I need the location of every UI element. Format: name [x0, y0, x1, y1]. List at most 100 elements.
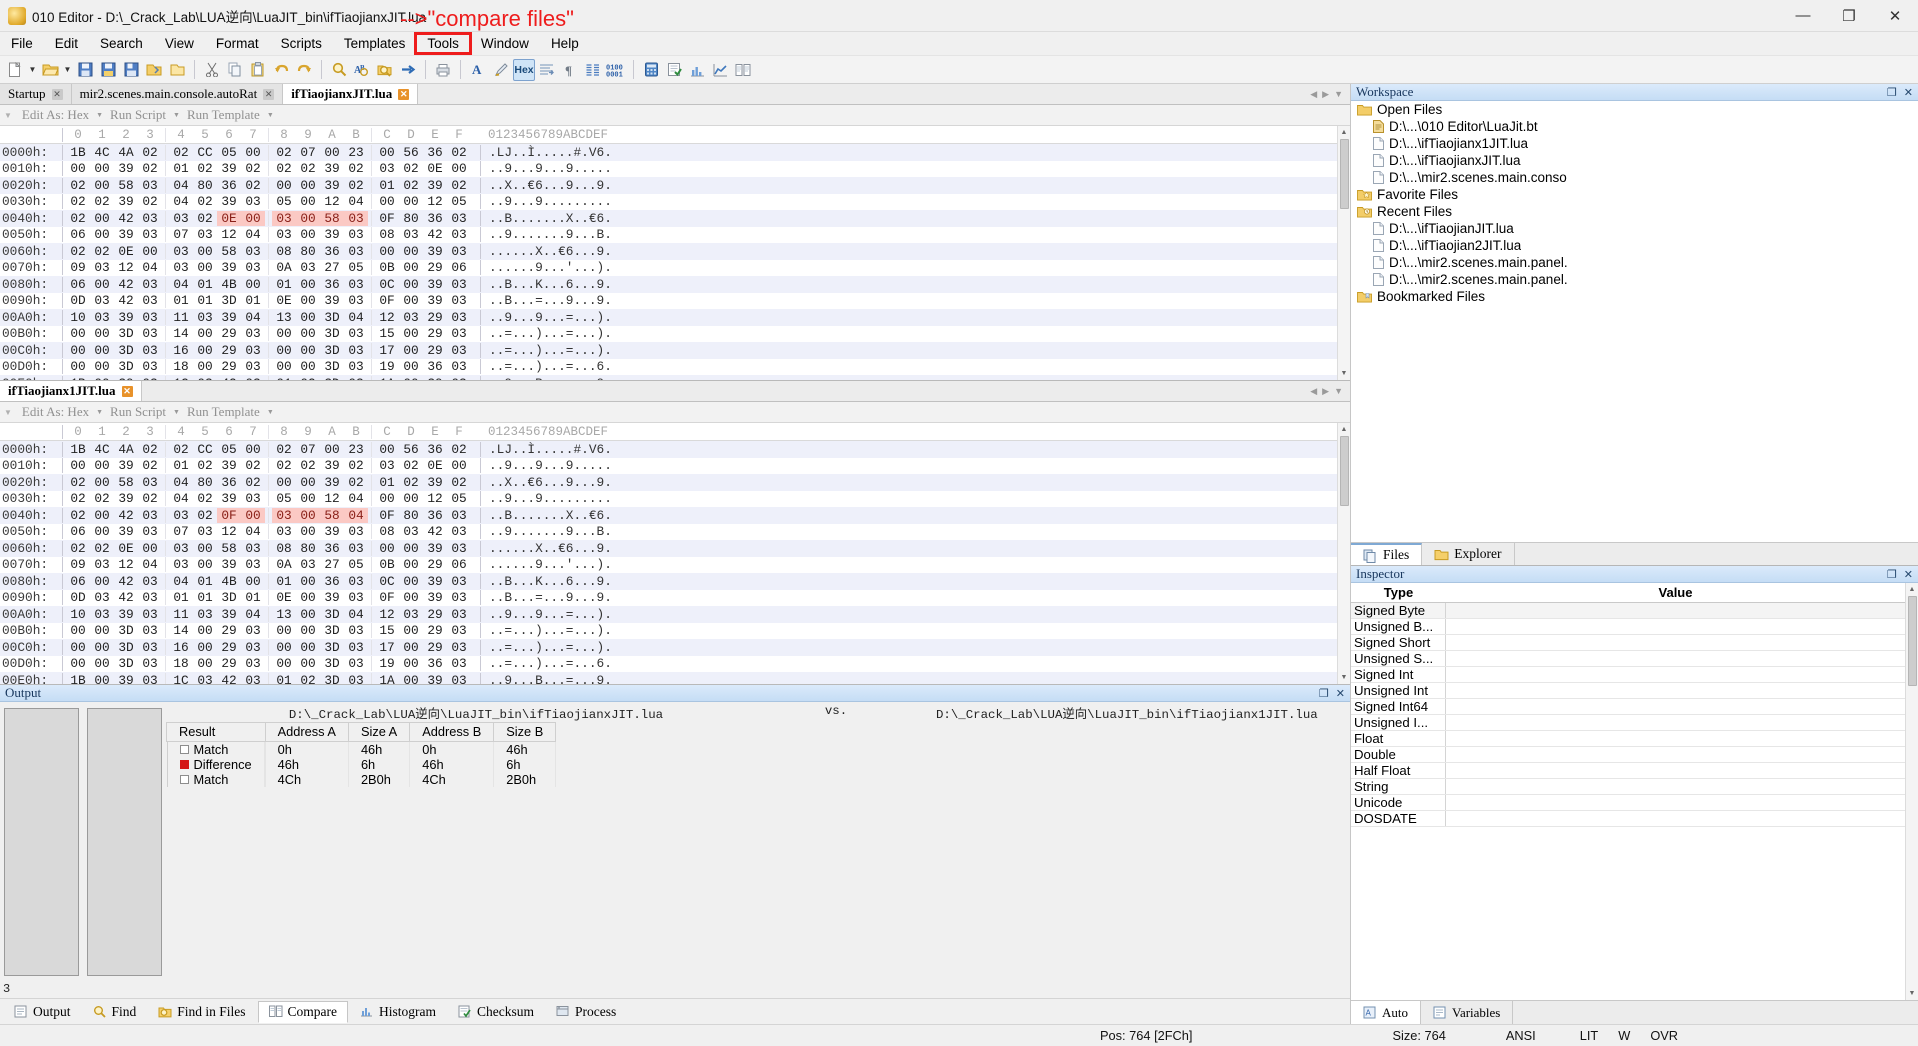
hex-byte[interactable]: 01	[272, 673, 296, 684]
hex-byte[interactable]: 0F	[375, 590, 399, 605]
hex-byte[interactable]: 03	[447, 376, 471, 380]
tab-scroll-left-icon[interactable]: ◀	[1310, 386, 1317, 397]
hex-byte[interactable]: 29	[217, 656, 241, 671]
bottom-tab-process[interactable]: Process	[546, 1002, 626, 1022]
hex-byte[interactable]: 39	[217, 161, 241, 176]
edit-as-dropdown[interactable]: Edit As: Hex	[18, 107, 93, 123]
hex-ascii[interactable]: ..X..€6...9...9.	[480, 177, 612, 193]
inspector-value-cell[interactable]	[1446, 683, 1905, 698]
hex-byte[interactable]: 03	[447, 623, 471, 638]
hex-byte[interactable]: 12	[375, 310, 399, 325]
hex-byte[interactable]: 02	[344, 458, 368, 473]
hex-byte[interactable]: 03	[344, 227, 368, 242]
hex-byte[interactable]: 23	[344, 442, 368, 457]
hex-byte[interactable]: 00	[90, 508, 114, 523]
hex-byte[interactable]: 27	[320, 557, 344, 572]
hex-byte[interactable]: 04	[241, 227, 265, 242]
hex-byte[interactable]: 3D	[114, 359, 138, 374]
hex-byte[interactable]: 02	[241, 475, 265, 490]
hex-byte[interactable]: 00	[90, 640, 114, 655]
hex-byte[interactable]: 1C	[169, 673, 193, 684]
hex-byte[interactable]: 00	[193, 541, 217, 556]
hex-byte[interactable]: 03	[138, 227, 162, 242]
workspace-tree-item[interactable]: D:\...\mir2.scenes.main.panel.	[1351, 271, 1918, 288]
hex-byte[interactable]: 00	[296, 607, 320, 622]
hex-byte[interactable]: 11	[169, 607, 193, 622]
match-checkbox-icon[interactable]	[179, 775, 189, 784]
scroll-up-icon[interactable]: ▲	[1909, 583, 1916, 596]
hex-byte[interactable]: 39	[114, 491, 138, 506]
new-file-icon[interactable]	[4, 59, 26, 81]
workspace-tree-item[interactable]: D:\...\ifTiaojianx1JIT.lua	[1351, 135, 1918, 152]
hex-byte[interactable]: 29	[423, 326, 447, 341]
hex-byte[interactable]: 04	[344, 194, 368, 209]
hex-byte[interactable]: 36	[217, 475, 241, 490]
hex-byte[interactable]: 56	[399, 442, 423, 457]
hex-ascii[interactable]: .LJ..Ì.....#.V6.	[480, 441, 612, 457]
hex-byte[interactable]: 0F	[375, 211, 399, 226]
hex-byte[interactable]: 0E	[423, 161, 447, 176]
hex-byte[interactable]: 03	[344, 326, 368, 341]
inspector-row[interactable]: Unsigned Int	[1351, 683, 1905, 699]
hex-byte[interactable]: 00	[66, 326, 90, 341]
workspace-close-icon[interactable]: ✕	[1904, 86, 1913, 99]
hex-ascii[interactable]: ..9...9...9.....	[480, 161, 612, 177]
hex-byte[interactable]: 08	[375, 227, 399, 242]
hex-byte[interactable]: 03	[90, 260, 114, 275]
inspector-row[interactable]: Unsigned S...	[1351, 651, 1905, 667]
hex-byte[interactable]: 29	[423, 623, 447, 638]
hex-byte[interactable]: 00	[66, 656, 90, 671]
hex-byte[interactable]: 39	[320, 524, 344, 539]
hex-byte[interactable]: 3D	[320, 310, 344, 325]
hex-byte[interactable]: 00	[296, 640, 320, 655]
save-icon[interactable]	[74, 59, 96, 81]
inspector-row[interactable]: Unicode	[1351, 795, 1905, 811]
workspace-float-icon[interactable]: ❐	[1887, 86, 1897, 99]
hex-byte[interactable]: 4C	[90, 442, 114, 457]
hex-byte[interactable]: 00	[90, 277, 114, 292]
hex-byte[interactable]: 02	[193, 161, 217, 176]
menu-item-tools[interactable]: Tools	[414, 32, 472, 55]
hex-byte[interactable]: 03	[344, 210, 368, 226]
hex-byte[interactable]: 00	[375, 145, 399, 160]
hex-byte[interactable]: 02	[399, 475, 423, 490]
hex-byte[interactable]: 4C	[90, 145, 114, 160]
hex-byte[interactable]: 02	[66, 491, 90, 506]
pane1-vertical-scrollbar[interactable]: ▲ ▼	[1337, 126, 1350, 380]
hex-byte[interactable]: 00	[296, 590, 320, 605]
hex-byte[interactable]: 4B	[217, 277, 241, 292]
hex-ascii[interactable]: ......9...'...).	[480, 260, 612, 276]
inspector-value-cell[interactable]	[1446, 603, 1905, 618]
hex-byte[interactable]: 0E	[423, 458, 447, 473]
hex-ascii[interactable]: ..B...=...9...9.	[480, 293, 612, 309]
hex-byte[interactable]: 00	[66, 458, 90, 473]
hex-byte[interactable]: 02	[272, 458, 296, 473]
hex-byte[interactable]: 4A	[114, 442, 138, 457]
edit-as-chevron-down-icon[interactable]: ▼	[96, 408, 103, 416]
hex-byte[interactable]: 03	[138, 310, 162, 325]
hex-byte[interactable]: 36	[320, 574, 344, 589]
inspector-value-cell[interactable]	[1446, 651, 1905, 666]
hex-byte[interactable]: 00	[296, 326, 320, 341]
menu-item-help[interactable]: Help	[540, 34, 590, 53]
hex-byte[interactable]: 36	[423, 211, 447, 226]
linefeed-icon[interactable]	[536, 59, 558, 81]
hex-byte[interactable]: 12	[320, 491, 344, 506]
hex-byte[interactable]: 01	[272, 277, 296, 292]
run-script-chevron-down-icon[interactable]: ▼	[173, 111, 180, 119]
hex-row[interactable]: 00E0h:1B0039031C03420301023D031A003903..…	[0, 672, 1337, 684]
find-replace-icon[interactable]: AB	[351, 59, 373, 81]
hex-byte[interactable]: 3D	[114, 656, 138, 671]
hex-byte[interactable]: 03	[344, 590, 368, 605]
hex-byte[interactable]: 00	[90, 178, 114, 193]
hex-byte[interactable]: 00	[90, 359, 114, 374]
hex-byte[interactable]: 00	[90, 623, 114, 638]
hex-byte[interactable]: 3D	[217, 293, 241, 308]
inspector-value-cell[interactable]	[1446, 763, 1905, 778]
hex-byte[interactable]: 04	[241, 607, 265, 622]
hex-byte[interactable]: 00	[375, 491, 399, 506]
hex-byte[interactable]: 04	[344, 310, 368, 325]
hex-byte[interactable]: 02	[193, 194, 217, 209]
hex-byte[interactable]: 00	[399, 343, 423, 358]
hex-byte[interactable]: 03	[344, 574, 368, 589]
